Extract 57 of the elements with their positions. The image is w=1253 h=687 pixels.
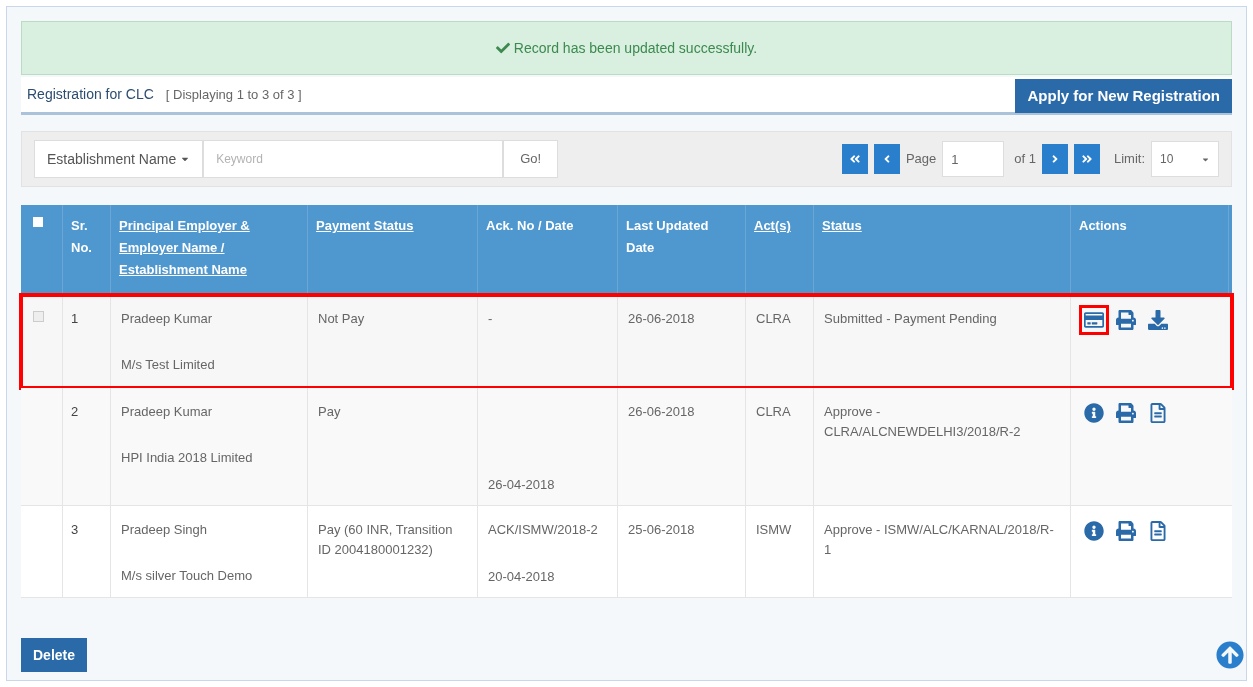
table-cell: 26-06-2018 [628, 311, 695, 326]
column-header[interactable]: Payment Status [316, 215, 469, 237]
page-title: Registration for CLC [26, 85, 154, 104]
table-cell: Approve - ISMW/ALC/KARNAL/2018/R-1 [824, 522, 1054, 557]
table-cell: CLRA [756, 311, 791, 326]
double-right-icon [1080, 153, 1093, 165]
table-cell: 26-06-2018 [628, 404, 695, 419]
scroll-top-icon[interactable] [1216, 641, 1244, 669]
apply-button[interactable]: Apply for New Registration [1015, 79, 1232, 113]
table-cell-text: - [488, 310, 494, 328]
limit-label: Limit: [1113, 150, 1145, 169]
table-cell: Approve - CLRA/ALCNEWDELHI3/2018/R-2 [824, 404, 1021, 439]
delete-button[interactable]: Delete [21, 638, 88, 672]
table-cell: Submitted - Payment Pending [824, 311, 997, 326]
last-page-button[interactable] [1073, 144, 1100, 174]
record-count: [ Displaying 1 to 3 of 3 ] [165, 85, 302, 104]
table-cell: CLRA [756, 404, 791, 419]
table-cell-text: M/s Test Limited [121, 356, 216, 374]
table-cell-text: Pradeep Singh [121, 521, 208, 539]
table-cell: 2 [71, 404, 79, 419]
table-cell: 25-06-2018 [628, 522, 695, 537]
table-cell-text: 26-04-2018 [488, 476, 556, 494]
double-left-icon [848, 153, 861, 165]
table-cell: 1 [71, 311, 79, 326]
success-message: Record has been updated successfully. [513, 38, 758, 58]
table-cell: ISMW [756, 522, 792, 537]
next-page-button[interactable] [1041, 144, 1068, 174]
column-header: Actions [1079, 217, 1128, 235]
go-button[interactable]: Go! [503, 140, 559, 178]
column-header: Ack. No / Date [486, 217, 575, 235]
table-cell: Pay [318, 404, 341, 419]
column-header: Last Updated Date [626, 217, 710, 257]
previous-page-button[interactable] [873, 144, 900, 174]
page-field[interactable]: 1 [942, 141, 1005, 177]
column-header[interactable]: Act(s) [754, 215, 805, 237]
first-page-button[interactable] [841, 144, 868, 174]
table-cell-text: 20-04-2018 [488, 568, 556, 586]
page-total: of 1 [1014, 150, 1036, 169]
column-header[interactable]: Principal Employer & Employer Name / Establishment Name [119, 215, 299, 281]
page-label: Page [905, 150, 937, 169]
table-cell-text: Pradeep Kumar [121, 310, 214, 328]
check-icon [495, 41, 510, 55]
row-checkbox[interactable] [33, 311, 44, 322]
limit-select[interactable]: 10 [1151, 141, 1219, 177]
table-cell-text: HPI India 2018 Limited [121, 449, 254, 467]
table-cell-text: M/s silver Touch Demo [121, 567, 254, 585]
table-cell: 3 [71, 522, 79, 537]
select-all-checkbox[interactable] [33, 217, 43, 227]
table-cell: Pay (60 INR, Transition ID 2004180001232) [318, 522, 453, 557]
column-header: Sr. No. [71, 217, 93, 257]
filter-dropdown[interactable]: Establishment Name [34, 140, 204, 178]
column-header[interactable]: Status [822, 215, 1062, 237]
table-cell: Not Pay [318, 311, 365, 326]
table-cell-text: ACK/ISMW/2018-2 [488, 521, 599, 539]
card-icon[interactable] [1079, 305, 1109, 335]
table-cell-text: Pradeep Kumar [121, 403, 214, 421]
keyword-field[interactable]: Keyword [203, 140, 504, 178]
